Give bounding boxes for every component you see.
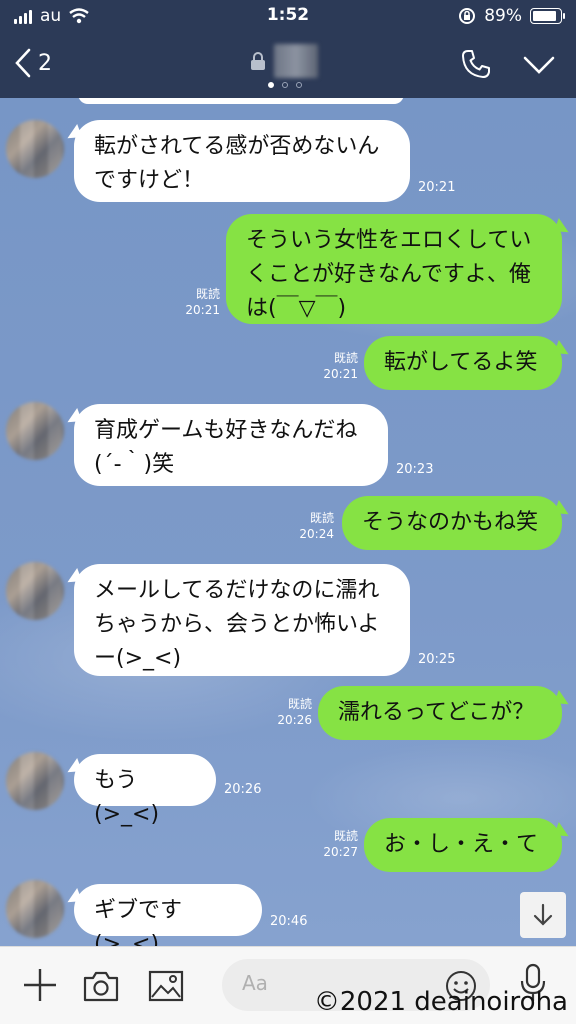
message-time: 20:46 (270, 914, 308, 929)
read-receipt: 既読 20:26 (277, 697, 312, 727)
status-right: 89% (458, 6, 565, 26)
read-receipt: 既読 20:27 (323, 829, 358, 859)
message-line: そういう女性をエロくしてい (246, 228, 532, 253)
message-time: 20:25 (418, 652, 456, 667)
incoming-message: ギブです(>_<) (74, 884, 262, 946)
page-indicator (268, 82, 302, 88)
back-count: 2 (38, 50, 52, 76)
chevron-down-icon[interactable] (522, 54, 556, 76)
rotation-lock-icon (459, 8, 476, 24)
message-line: ー(>_<) (94, 646, 182, 671)
outgoing-message: 濡れるってどこが？ (318, 686, 562, 740)
read-receipt: 既読 20:21 (323, 351, 358, 381)
message-line: 転がしてるよ笑 (384, 350, 538, 375)
incoming-message: メールしてるだけなのに濡れ ちゃうから、会うとか怖いよ ー(>_<) (74, 564, 410, 676)
chat-title[interactable] (250, 44, 318, 78)
message-time: 20:26 (224, 782, 262, 797)
input-toolbar: Aa ©2021 deainoiroha (0, 946, 576, 1024)
message-line: 濡れるってどこが？ (338, 700, 535, 725)
image-icon[interactable] (148, 969, 184, 1003)
lock-icon (251, 52, 265, 70)
avatar[interactable] (6, 752, 64, 810)
avatar[interactable] (6, 402, 64, 460)
scroll-to-bottom-button[interactable] (520, 892, 566, 938)
contact-name-blurred (274, 44, 318, 78)
avatar[interactable] (6, 562, 64, 620)
message-line: ギブです(>_<) (94, 898, 183, 946)
avatar[interactable] (6, 120, 64, 178)
outgoing-message: お・し・え・て (364, 818, 562, 872)
outgoing-message: そうなのかもね笑 (342, 496, 562, 550)
message-line: お・し・え・て (384, 832, 539, 857)
copyright-watermark: ©2021 deainoiroha (313, 987, 568, 1017)
previous-message-bubble (78, 98, 404, 104)
input-placeholder: Aa (242, 971, 268, 995)
incoming-message: 育成ゲームも好きなんだね (´-｀)笑 (74, 404, 388, 486)
read-receipt: 既読 20:24 (299, 511, 334, 541)
chat-header: 2 (0, 32, 576, 98)
message-line: は(￣▽￣) (246, 296, 347, 321)
message-time: 20:21 (418, 180, 456, 195)
message-line: ちゃうから、会うとか怖いよ (94, 612, 380, 637)
camera-icon[interactable] (82, 969, 120, 1003)
message-line: もう(>_<) (94, 768, 160, 827)
message-time: 20:23 (396, 462, 434, 477)
plus-icon[interactable] (22, 967, 58, 1003)
battery-icon (530, 8, 565, 24)
status-bar: au 1:52 89% (0, 0, 576, 32)
back-button[interactable]: 2 (14, 48, 52, 78)
message-list[interactable]: 転がされてる感が否めないん ですけど！ 20:21 既読 20:21 そういう女性… (0, 98, 576, 946)
arrow-down-icon (533, 903, 553, 926)
message-line: (´-｀)笑 (94, 452, 175, 477)
read-receipt: 既読 20:21 (185, 287, 220, 317)
incoming-message: 転がされてる感が否めないん ですけど！ (74, 120, 410, 202)
message-line: ですけど！ (94, 168, 205, 193)
message-line: 育成ゲームも好きなんだね (94, 418, 358, 443)
message-line: くことが好きなんですよ、俺 (246, 262, 531, 287)
back-chevron-icon (15, 48, 31, 78)
message-line: メールしてるだけなのに濡れ (94, 578, 380, 603)
battery-percent: 89% (484, 6, 522, 26)
outgoing-message: 転がしてるよ笑 (364, 336, 562, 390)
avatar[interactable] (6, 880, 64, 938)
outgoing-message: そういう女性をエロくしてい くことが好きなんですよ、俺 は(￣▽￣) (226, 214, 562, 324)
message-line: 転がされてる感が否めないん (94, 134, 380, 159)
message-line: そうなのかもね笑 (362, 510, 539, 535)
incoming-message: もう(>_<) (74, 754, 216, 827)
phone-icon[interactable] (460, 48, 492, 80)
